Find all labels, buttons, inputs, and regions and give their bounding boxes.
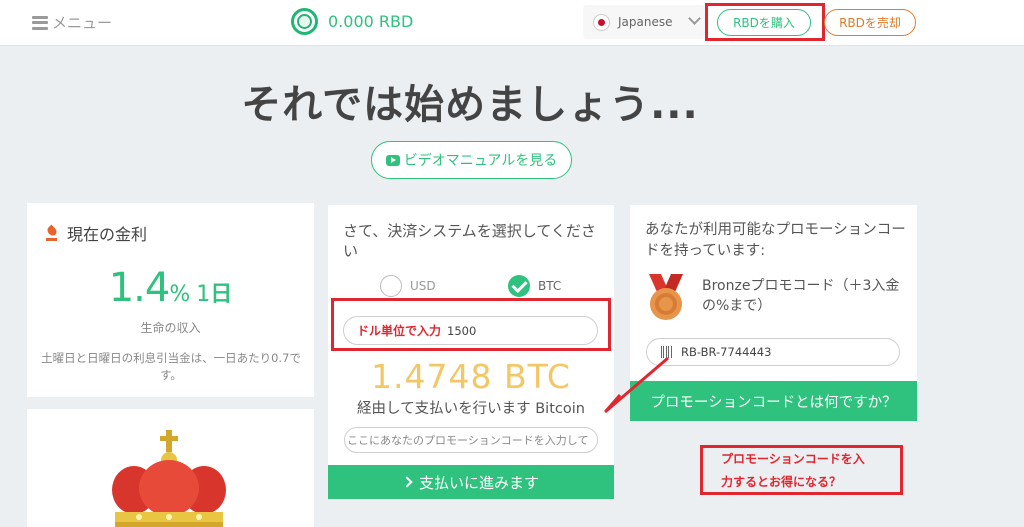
annotation-line-2: 力するとお得になる？ <box>721 475 842 489</box>
annotation-callout: プロモーションコードを入 力するとお得になる？ <box>700 445 903 495</box>
annotation-line-1: プロモーションコードを入 <box>721 452 865 466</box>
